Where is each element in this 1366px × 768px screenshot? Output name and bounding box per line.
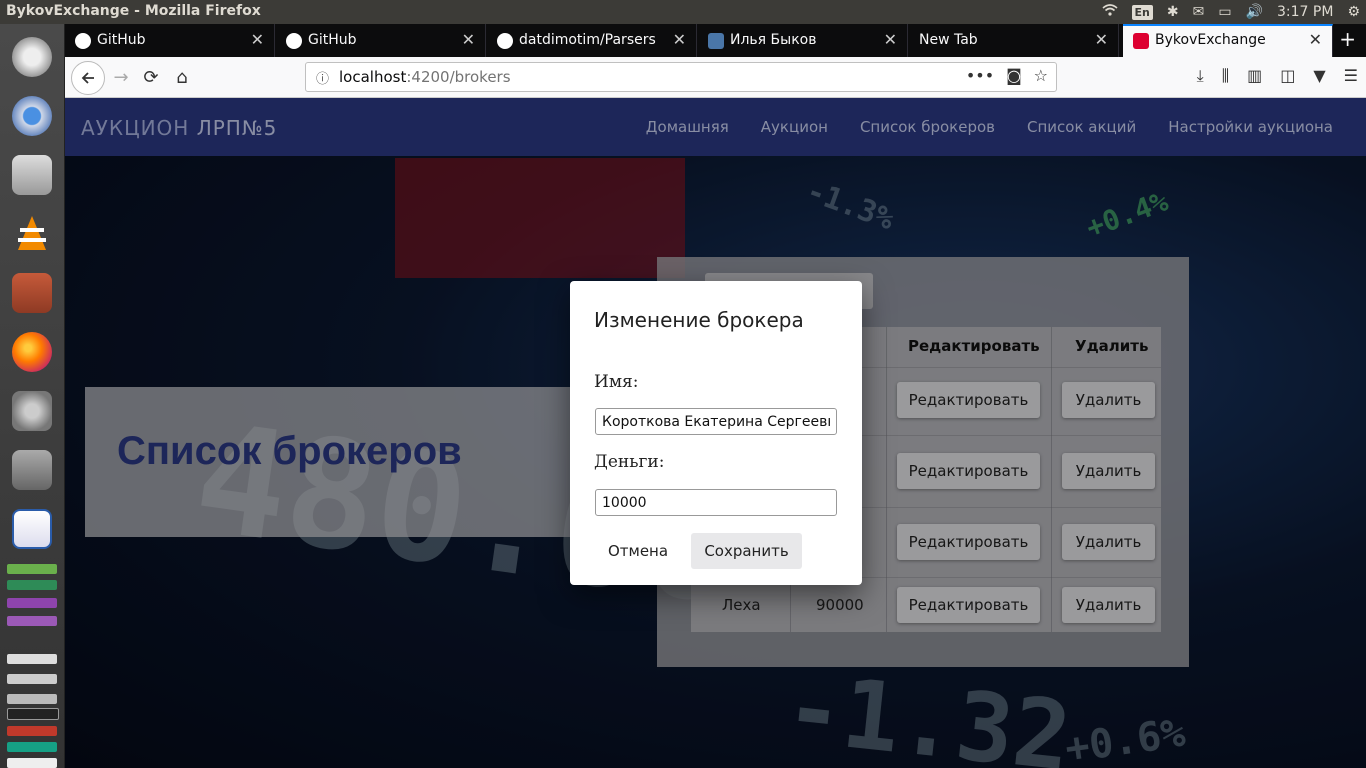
tab-label: GitHub — [308, 32, 357, 48]
browser-tab-active[interactable]: BykovExchange ✕ — [1123, 24, 1333, 57]
arrow-left-icon — [81, 72, 94, 84]
stacked-app-icon[interactable] — [7, 564, 57, 574]
stacked-app-icon[interactable] — [7, 654, 57, 664]
wifi-icon[interactable] — [1101, 3, 1118, 21]
library-icon[interactable]: ⫼ — [1222, 66, 1229, 86]
tab-label: Илья Быков — [730, 32, 817, 48]
tab-label: datdimotim/Parsers — [519, 32, 656, 48]
bluetooth-icon[interactable]: ✱ — [1167, 4, 1179, 20]
forward-button[interactable]: → — [107, 63, 135, 91]
reload-button[interactable]: ⟳ — [137, 63, 165, 91]
browser-tab-strip: GitHub ✕ GitHub ✕ datdimotim/Parsers ✕ И… — [65, 24, 1366, 57]
settings-gear-icon[interactable]: ⚙ — [1347, 4, 1360, 20]
pocket-icon[interactable]: ◙ — [1006, 66, 1022, 85]
mail-icon[interactable]: ✉ — [1193, 4, 1205, 20]
close-icon[interactable]: ✕ — [1309, 30, 1322, 49]
edit-broker-dialog: Изменение брокера Имя: Деньги: Отмена Со… — [570, 281, 862, 585]
github-icon — [75, 33, 91, 49]
browser-tab[interactable]: New Tab ✕ — [909, 24, 1119, 57]
name-input[interactable] — [595, 408, 837, 435]
stacked-app-icon[interactable] — [7, 616, 57, 626]
github-icon — [497, 33, 513, 49]
info-icon[interactable]: ⓘ — [316, 68, 329, 87]
system-tray: En ✱ ✉ ▭ 🔊 3:17 PM ⚙ — [1101, 0, 1360, 24]
browser-tab[interactable]: Илья Быков ✕ — [698, 24, 908, 57]
extension-icon[interactable]: ▼ — [1313, 66, 1325, 86]
cancel-button[interactable]: Отмена — [596, 533, 680, 569]
stacked-app-icon[interactable] — [7, 598, 57, 608]
browser-tab[interactable]: GitHub ✕ — [65, 24, 275, 57]
stacked-app-icon[interactable] — [7, 742, 57, 752]
close-icon[interactable]: ✕ — [251, 30, 264, 49]
chromium-icon[interactable] — [7, 91, 57, 141]
money-label: Деньги: — [594, 452, 665, 472]
stacked-app-icon[interactable] — [7, 758, 57, 768]
browser-tab[interactable]: datdimotim/Parsers ✕ — [487, 24, 697, 57]
stacked-app-icon[interactable] — [7, 726, 57, 736]
terminal-icon[interactable] — [7, 708, 59, 720]
url-bar[interactable]: ⓘ localhost:4200/brokers ••• ◙ ☆ — [305, 62, 1057, 92]
dialog-title: Изменение брокера — [594, 308, 804, 332]
screenshot-icon[interactable]: ◫ — [1280, 66, 1295, 86]
bookmark-star-icon[interactable]: ☆ — [1034, 66, 1048, 85]
files-icon[interactable] — [7, 268, 57, 318]
browser-navbar: → ⟳ ⌂ ⓘ localhost:4200/brokers ••• ◙ ☆ ⤓… — [65, 57, 1366, 98]
keyboard-layout-indicator[interactable]: En — [1131, 4, 1153, 20]
software-center-icon[interactable] — [7, 150, 57, 200]
page-actions-icon[interactable]: ••• — [966, 66, 994, 85]
close-icon[interactable]: ✕ — [462, 30, 475, 49]
close-icon[interactable]: ✕ — [884, 30, 897, 49]
clock[interactable]: 3:17 PM — [1277, 4, 1333, 20]
stacked-app-icon[interactable] — [7, 580, 57, 590]
vk-icon — [708, 33, 724, 49]
name-label: Имя: — [594, 372, 639, 392]
tab-label: New Tab — [919, 32, 978, 48]
volume-icon[interactable]: 🔊 — [1246, 4, 1263, 20]
github-icon — [286, 33, 302, 49]
battery-icon[interactable]: ▭ — [1218, 4, 1231, 20]
stacked-app-icon[interactable] — [7, 694, 57, 704]
back-button[interactable] — [71, 61, 105, 95]
window-title: BykovExchange - Mozilla Firefox — [6, 3, 261, 19]
new-tab-plus-icon[interactable]: + — [1339, 27, 1356, 51]
browser-tab[interactable]: GitHub ✕ — [276, 24, 486, 57]
close-icon[interactable]: ✕ — [1095, 30, 1108, 49]
top-panel: BykovExchange - Mozilla Firefox En ✱ ✉ ▭… — [0, 0, 1366, 24]
url-text: localhost:4200/brokers — [339, 68, 511, 86]
angular-icon — [1133, 33, 1149, 49]
system-settings-icon[interactable] — [7, 386, 57, 436]
vlc-icon[interactable] — [7, 209, 57, 259]
tab-label: BykovExchange — [1155, 32, 1266, 48]
ubuntu-dash-icon[interactable] — [7, 32, 57, 82]
menu-hamburger-icon[interactable]: ☰ — [1344, 66, 1358, 86]
money-input[interactable] — [595, 489, 837, 516]
sidebar-icon[interactable]: ▥ — [1247, 66, 1262, 86]
downloads-icon[interactable]: ⤓ — [1197, 66, 1204, 86]
save-button[interactable]: Сохранить — [691, 533, 802, 569]
close-icon[interactable]: ✕ — [673, 30, 686, 49]
home-button[interactable]: ⌂ — [168, 63, 196, 91]
stacked-app-icon[interactable] — [7, 674, 57, 684]
tab-label: GitHub — [97, 32, 146, 48]
disk-usage-icon[interactable] — [7, 445, 57, 495]
ubuntu-launcher — [0, 24, 65, 768]
firefox-icon[interactable] — [7, 327, 57, 377]
libreoffice-writer-icon[interactable] — [7, 504, 57, 554]
